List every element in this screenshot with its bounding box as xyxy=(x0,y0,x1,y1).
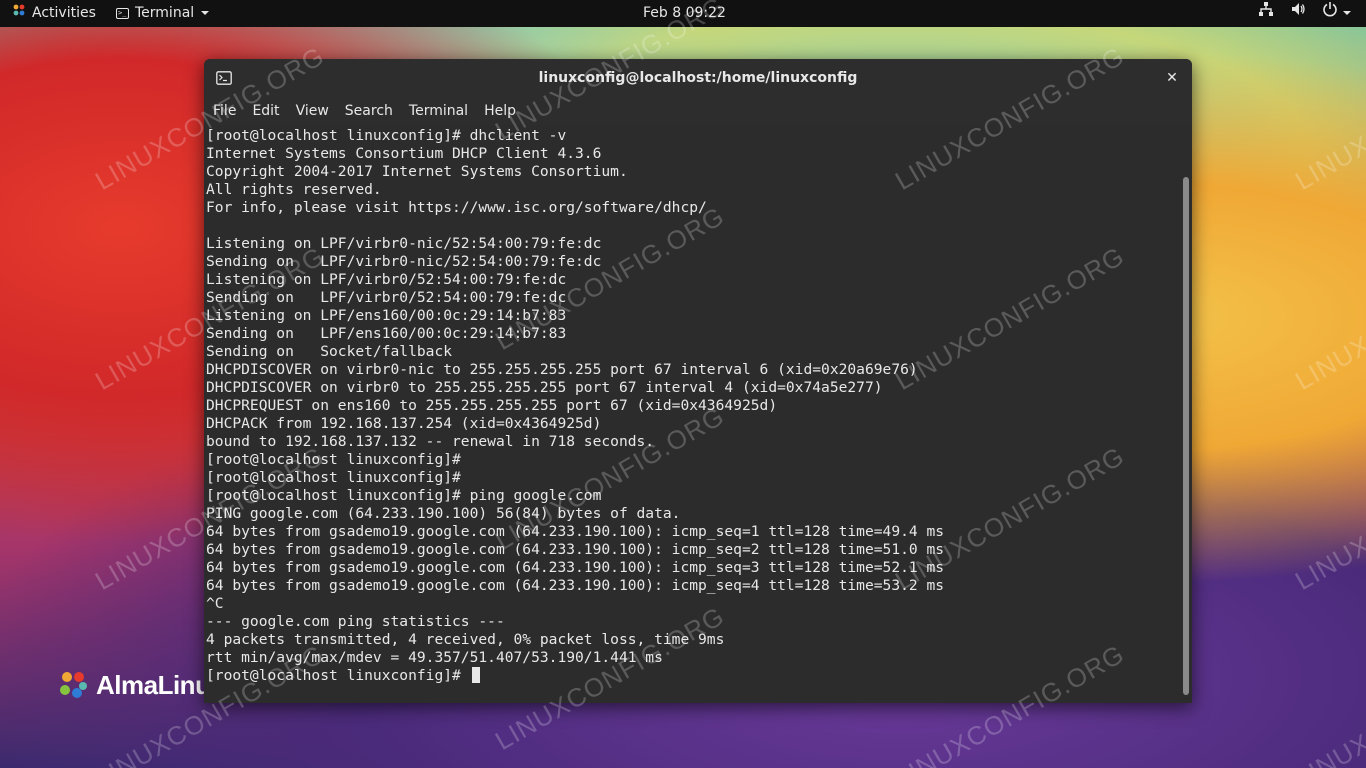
terminal-line: --- google.com ping statistics --- xyxy=(206,613,505,630)
chevron-down-icon xyxy=(200,0,210,27)
scrollbar[interactable] xyxy=(1180,125,1192,703)
terminal-line: ^C xyxy=(206,595,224,612)
top-bar: Activities >_ Terminal Feb 8 09:22 xyxy=(0,0,1366,27)
menu-terminal[interactable]: Terminal xyxy=(401,97,476,125)
menu-search[interactable]: Search xyxy=(337,97,401,125)
terminal-line: [root@localhost linuxconfig]# ping googl… xyxy=(206,487,602,504)
menu-file[interactable]: File xyxy=(213,97,244,125)
almalinux-logo-icon xyxy=(60,672,87,698)
terminal-line: DHCPDISCOVER on virbr0 to 255.255.255.25… xyxy=(206,379,883,396)
terminal-prompt-line[interactable]: [root@localhost linuxconfig]# xyxy=(206,667,1176,685)
terminal-line: [root@localhost linuxconfig]# xyxy=(206,469,461,486)
terminal-window[interactable]: linuxconfig@localhost:/home/linuxconfig … xyxy=(204,59,1192,703)
terminal-line: DHCPREQUEST on ens160 to 255.255.255.255… xyxy=(206,397,778,414)
window-title: linuxconfig@localhost:/home/linuxconfig xyxy=(538,70,858,86)
menu-bar: File Edit View Search Terminal Help xyxy=(204,97,1192,125)
terminal-line: Sending on LPF/virbr0-nic/52:54:00:79:fe… xyxy=(206,253,602,270)
almalinux-icon xyxy=(12,0,26,27)
close-button[interactable]: ✕ xyxy=(1162,68,1182,88)
terminal-line: Listening on LPF/virbr0-nic/52:54:00:79:… xyxy=(206,235,602,252)
terminal-line: 4 packets transmitted, 4 received, 0% pa… xyxy=(206,631,725,648)
terminal-line: PING google.com (64.233.190.100) 56(84) … xyxy=(206,505,681,522)
terminal-line: DHCPDISCOVER on virbr0-nic to 255.255.25… xyxy=(206,361,918,378)
activities-button[interactable]: Activities xyxy=(12,0,96,27)
terminal-line: For info, please visit https://www.isc.o… xyxy=(206,199,707,216)
terminal-line: rtt min/avg/max/mdev = 49.357/51.407/53.… xyxy=(206,649,663,666)
close-icon: ✕ xyxy=(1166,70,1178,86)
window-titlebar[interactable]: linuxconfig@localhost:/home/linuxconfig … xyxy=(204,59,1192,97)
terminal-line: Listening on LPF/virbr0/52:54:00:79:fe:d… xyxy=(206,271,567,288)
volume-icon xyxy=(1290,0,1306,27)
menu-edit[interactable]: Edit xyxy=(244,97,287,125)
terminal-line: DHCPACK from 192.168.137.254 (xid=0x4364… xyxy=(206,415,602,432)
terminal-line: Sending on LPF/virbr0/52:54:00:79:fe:dc xyxy=(206,289,567,306)
app-menu-button[interactable]: >_ Terminal xyxy=(116,0,210,27)
menu-help[interactable]: Help xyxy=(476,97,524,125)
terminal-line: bound to 192.168.137.132 -- renewal in 7… xyxy=(206,433,655,450)
chevron-down-icon xyxy=(1342,0,1352,27)
terminal-prompt: [root@localhost linuxconfig]# xyxy=(206,667,461,684)
terminal-line: 64 bytes from gsademo19.google.com (64.2… xyxy=(206,523,945,540)
terminal-line: Sending on LPF/ens160/00:0c:29:14:b7:83 xyxy=(206,325,567,342)
system-tray[interactable] xyxy=(1258,0,1352,27)
network-icon xyxy=(1258,0,1274,27)
power-menu[interactable] xyxy=(1322,0,1352,27)
terminal-line: Sending on Socket/fallback xyxy=(206,343,453,360)
terminal-icon: >_ xyxy=(116,8,129,19)
menu-view[interactable]: View xyxy=(288,97,337,125)
terminal-text: [root@localhost linuxconfig]# dhclient -… xyxy=(206,127,1176,685)
power-icon xyxy=(1322,0,1338,27)
terminal-line: 64 bytes from gsademo19.google.com (64.2… xyxy=(206,559,945,576)
terminal-line: Internet Systems Consortium DHCP Client … xyxy=(206,145,602,162)
terminal-line: All rights reserved. xyxy=(206,181,382,198)
terminal-line: Copyright 2004-2017 Internet Systems Con… xyxy=(206,163,628,180)
terminal-line: Listening on LPF/ens160/00:0c:29:14:b7:8… xyxy=(206,307,567,324)
activities-label: Activities xyxy=(32,5,96,21)
terminal-line: [root@localhost linuxconfig]# dhclient -… xyxy=(206,127,567,144)
app-menu-label: Terminal xyxy=(135,5,195,21)
terminal-line: 64 bytes from gsademo19.google.com (64.2… xyxy=(206,577,945,594)
almalinux-logo: AlmaLinux xyxy=(56,668,225,702)
terminal-output-area[interactable]: [root@localhost linuxconfig]# dhclient -… xyxy=(204,125,1192,703)
clock[interactable]: Feb 8 09:22 xyxy=(643,0,726,27)
terminal-line: 64 bytes from gsademo19.google.com (64.2… xyxy=(206,541,945,558)
scrollbar-thumb[interactable] xyxy=(1183,177,1189,695)
terminal-cursor xyxy=(471,667,480,683)
terminal-line: [root@localhost linuxconfig]# xyxy=(206,451,461,468)
